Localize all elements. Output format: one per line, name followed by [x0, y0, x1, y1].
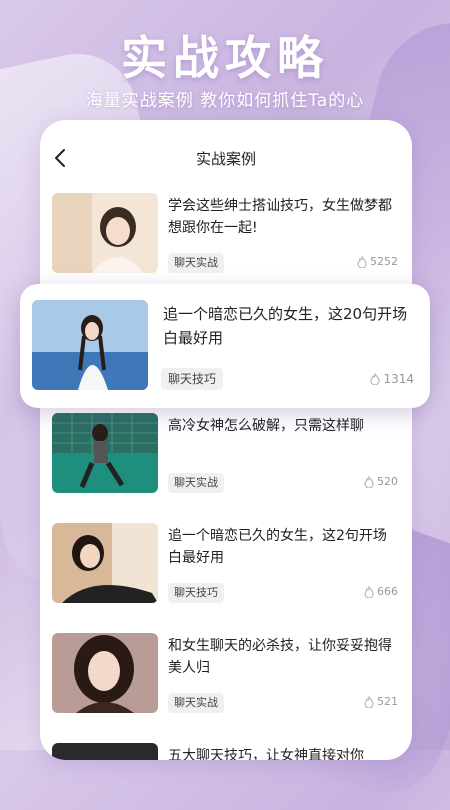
article-thumbnail [52, 193, 158, 273]
hero-title: 实战攻略 [121, 31, 329, 85]
likes-count: 1314 [383, 372, 414, 386]
article-likes: 666 [364, 585, 398, 598]
article-title: 高冷女神怎么破解，只需这样聊 [168, 418, 364, 434]
article-tag: 聊天实战 [168, 473, 224, 493]
article-item[interactable]: 五大聊天技巧，让女神直接对你 [52, 743, 402, 760]
likes-count: 666 [377, 585, 398, 598]
article-thumbnail [52, 743, 158, 760]
article-thumbnail [52, 633, 158, 713]
likes-count: 521 [377, 695, 398, 708]
phone-screen: 实战案例 学会这些绅士搭讪技巧，女生做梦都想跟你在一起! 聊天实战 5252 高… [40, 120, 412, 760]
article-tag: 聊天技巧 [168, 583, 224, 603]
hero-subtitle: 海量实战案例 教你如何抓住Ta的心 [85, 91, 365, 111]
article-tag: 聊天实战 [168, 253, 224, 273]
article-thumbnail [52, 413, 158, 493]
featured-article-card[interactable]: 追一个暗恋已久的女生，这20句开场白最好用 聊天技巧 1314 [20, 284, 430, 408]
article-likes: 521 [364, 695, 398, 708]
flame-icon [364, 695, 374, 708]
article-tag: 聊天技巧 [161, 368, 224, 390]
flame-icon [370, 373, 380, 385]
article-thumbnail [32, 300, 148, 390]
article-item[interactable]: 学会这些绅士搭讪技巧，女生做梦都想跟你在一起! 聊天实战 5252 [52, 193, 402, 275]
flame-icon [364, 585, 374, 598]
article-likes: 1314 [370, 372, 414, 386]
article-title: 和女生聊天的必杀技，让你妥妥抱得美人归 [168, 638, 392, 676]
likes-count: 520 [377, 475, 398, 488]
flame-icon [357, 255, 367, 268]
article-thumbnail [52, 523, 158, 603]
article-likes: 5252 [357, 255, 398, 268]
article-item[interactable]: 追一个暗恋已久的女生，这2句开场白最好用 聊天技巧 666 [52, 523, 402, 605]
likes-count: 5252 [370, 255, 398, 268]
flame-icon [364, 475, 374, 488]
article-title: 五大聊天技巧，让女神直接对你 [168, 748, 364, 760]
article-item[interactable]: 高冷女神怎么破解，只需这样聊 聊天实战 520 [52, 413, 402, 495]
article-title: 学会这些绅士搭讪技巧，女生做梦都想跟你在一起! [168, 198, 392, 236]
article-title: 追一个暗恋已久的女生，这2句开场白最好用 [168, 528, 387, 566]
article-likes: 520 [364, 475, 398, 488]
article-title: 追一个暗恋已久的女生，这20句开场白最好用 [163, 305, 408, 347]
article-item[interactable]: 和女生聊天的必杀技，让你妥妥抱得美人归 聊天实战 521 [52, 633, 402, 715]
screen-header: 实战案例 [40, 120, 412, 188]
screen-title: 实战案例 [195, 150, 256, 168]
article-tag: 聊天实战 [168, 693, 224, 713]
